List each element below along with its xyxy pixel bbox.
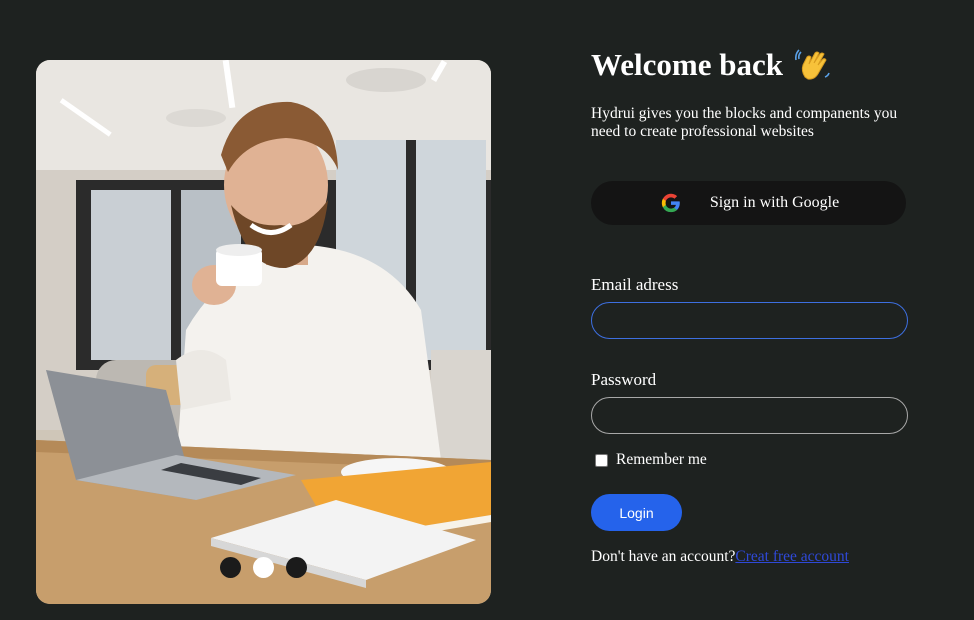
carousel-pagination — [36, 557, 491, 578]
waving-hand-icon — [795, 49, 830, 80]
email-input[interactable] — [591, 302, 908, 339]
google-button-label: Sign in with Google — [709, 194, 840, 211]
page-title: Welcome back — [591, 47, 783, 82]
carousel-dot-2[interactable] — [253, 557, 274, 578]
password-input[interactable] — [591, 397, 908, 434]
subtitle: Hydrui gives you the blocks and companen… — [591, 105, 898, 140]
signup-row: Don't have an account?Creat free account — [591, 548, 921, 566]
login-button[interactable]: Login — [591, 494, 682, 531]
google-sign-in-button[interactable]: Sign in with Google — [591, 181, 906, 225]
remember-me-checkbox[interactable] — [595, 453, 608, 467]
email-label: Email adress — [591, 275, 679, 294]
carousel-dot-3[interactable] — [286, 557, 307, 578]
remember-me-row: Remember me — [591, 451, 921, 469]
google-logo-icon — [661, 193, 680, 213]
carousel-dot-1[interactable] — [220, 557, 241, 578]
remember-me-label[interactable]: Remember me — [616, 451, 707, 469]
title-row: Welcome back — [591, 44, 921, 86]
hero-image-card — [36, 60, 491, 604]
signup-prompt: Don't have an account? — [591, 548, 736, 565]
login-panel: Welcome back Hydrui gives you the blocks… — [591, 44, 921, 566]
create-account-link[interactable]: Creat free account — [735, 548, 849, 565]
office-photo-illustration — [36, 60, 491, 604]
password-label: Password — [591, 370, 657, 389]
